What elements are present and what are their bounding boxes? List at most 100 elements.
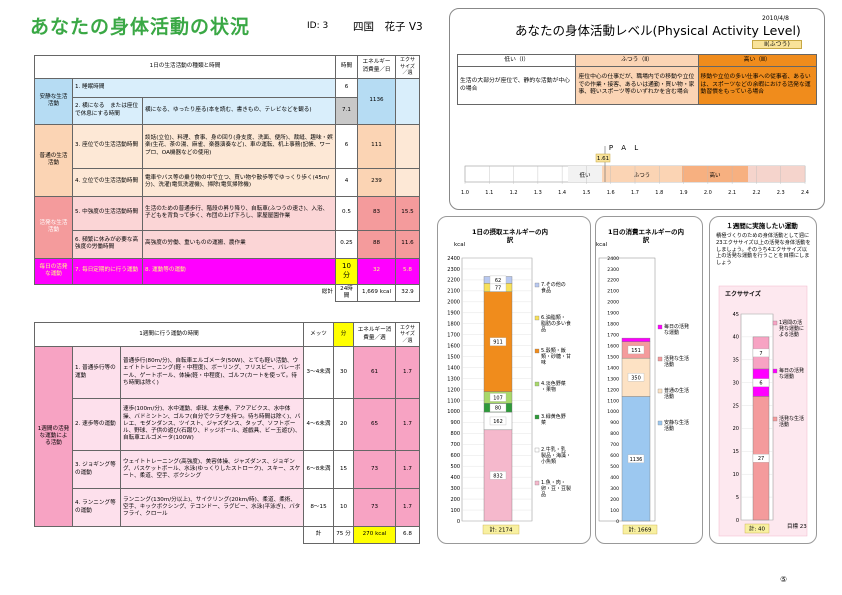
y-tick-label: 400 — [610, 475, 619, 481]
y-tick-label: 20 — [733, 426, 739, 432]
y-tick-label: 800 — [610, 431, 619, 437]
y-tick-label: 1000 — [607, 409, 619, 415]
y-tick-label: 100 — [610, 508, 619, 514]
y-tick-label: 2300 — [447, 267, 460, 273]
t2-row-mets: 4～6未満 — [303, 398, 334, 451]
legend-label: 卵・豆・豆製 — [541, 485, 571, 492]
y-tick-label: 2000 — [447, 300, 460, 306]
legend-label: 脂肪の多い食 — [541, 320, 571, 327]
y-tick-label: 25 — [733, 403, 739, 409]
legend-label: 類・砂糖・甘 — [541, 353, 571, 360]
y-tick-label: 5 — [736, 495, 739, 501]
t2-row-ex: 1.7 — [395, 488, 420, 527]
t1-row-energy: 83 — [357, 195, 396, 231]
t1-total-ex: 32.9 — [395, 283, 420, 303]
t2-row-desc: ウェイトトレーニング(高強度)、美容体操、ジャズダンス、ジョギング、バスケットボ… — [120, 450, 304, 489]
y-tick-label: 900 — [610, 420, 619, 426]
pal-band-high: 高い — [709, 171, 721, 179]
t1-head-energy: エネルギー消費量／日 — [357, 55, 396, 79]
total-label: 計: 1669 — [628, 526, 652, 534]
y-tick-label: 1300 — [607, 376, 619, 382]
pal-tick-label: 2.3 — [777, 190, 785, 196]
t1-row-label: 4. 立位での生活活動時間 — [72, 167, 143, 197]
legend-label: 食品 — [541, 287, 551, 294]
y-tick-label: 1900 — [607, 311, 619, 317]
t2-row-ex: 1.7 — [395, 450, 420, 489]
y-tick-label: 2400 — [447, 256, 460, 262]
legend-label: 毎日の活発 — [664, 323, 689, 330]
t1-total-label: 総計 — [34, 283, 336, 302]
y-tick-label: 1400 — [447, 365, 460, 371]
y-tick-label: 2200 — [447, 278, 460, 284]
pal-tick-label: 2.2 — [752, 190, 760, 196]
t1-row-time: 10 分 — [335, 257, 358, 285]
legend-label: 1.魚・肉・ — [541, 479, 566, 486]
pal-tick-label: 1.2 — [510, 190, 518, 196]
t2-cat: 1週間の活発な運動による活動 — [34, 346, 73, 527]
exercise-title: エクササイズ — [725, 290, 761, 298]
y-tick-label: 200 — [610, 497, 619, 503]
y-tick-label: 900 — [450, 420, 460, 426]
t2-row-label: 3. ジョギング等の運動 — [72, 450, 121, 489]
pal-head-low: 低い（Ⅰ） — [456, 54, 577, 67]
t1-total-energy: 1,669 kcal — [357, 283, 396, 303]
y-tick-label: 2300 — [607, 267, 619, 273]
t2-row-min: 30 — [333, 346, 354, 399]
y-tick-label: 1600 — [607, 343, 619, 349]
data-label: 62 — [495, 278, 501, 284]
y-tick-label: 40 — [733, 335, 739, 341]
pal-tick-label: 1.1 — [485, 190, 493, 196]
y-tick-label: 2400 — [607, 256, 619, 262]
y-tick-label: 500 — [610, 464, 619, 470]
user-name: 四国 花子 V3 — [353, 21, 423, 33]
legend-swatch — [534, 480, 540, 486]
y-tick-label: 1400 — [607, 365, 619, 371]
legend-swatch — [534, 447, 540, 453]
pal-band-low: 低い — [579, 171, 591, 179]
pal-head-high: 高い（Ⅲ） — [697, 54, 818, 67]
t1-cat-daily-ex: 毎日の活発な運動 — [34, 257, 73, 285]
y-tick-label: 1500 — [607, 354, 619, 360]
t2-head-mets: メッツ — [303, 322, 334, 347]
pal-scale: 1.61 P A L 低い ふつう 高い 1.0 1.1 1.2 1.3 1.4 1.5 1… — [461, 144, 809, 196]
pal-desc-mid: 座位中心の仕事だが、職場内での移動や立位での作業・接客、あるいは通勤・買い物・家… — [575, 66, 699, 105]
data-label: 27 — [758, 456, 764, 462]
t2-row-min: 10 — [333, 488, 354, 527]
y-tick-label: 35 — [733, 358, 739, 364]
y-tick-label: 1200 — [447, 387, 460, 393]
t2-row-ex: 1.7 — [395, 398, 420, 451]
pal-desc-low: 生活の大部分が座位で、静的な活動が中心の場合 — [456, 66, 577, 105]
pal-tick-label: 1.3 — [534, 190, 542, 196]
legend-label: な運動 — [779, 373, 794, 380]
legend-label: 安静な生活 — [664, 419, 689, 426]
t2-total-min: 75 分 — [333, 526, 354, 544]
data-label: 911 — [493, 340, 503, 346]
total-label: 計: 40 — [749, 525, 766, 533]
y-tick-label: 15 — [733, 449, 739, 455]
t1-row-time: 7.1 — [335, 96, 358, 125]
exercise-goal: 目標 23 — [787, 522, 807, 530]
bar-segment — [621, 337, 651, 342]
data-label: 162 — [493, 419, 503, 425]
t2-row-min: 20 — [333, 398, 354, 451]
y-tick-label: 0 — [736, 518, 739, 524]
legend-label: 菜 — [541, 419, 546, 426]
legend-label: 毎日の活発 — [779, 367, 804, 374]
legend-label: 製品・海藻・ — [541, 452, 571, 459]
legend-swatch — [534, 348, 540, 354]
data-label: 107 — [493, 395, 503, 401]
t2-row-mets: 8～15 — [303, 488, 334, 527]
data-label: 350 — [631, 375, 641, 381]
t1-row-ex — [395, 123, 420, 169]
t1-row-desc: 電車やバス等の乗り物の中で立つ、買い物や散歩等でゆっくり歩く(45m/分)、洗濯… — [142, 167, 336, 197]
y-tick-label: 1600 — [447, 343, 460, 349]
y-tick-label: 600 — [610, 453, 619, 459]
y-tick-label: 1800 — [607, 322, 619, 328]
t1-row-label: 1. 睡眠時間 — [72, 77, 336, 98]
data-label: 151 — [631, 348, 641, 354]
pal-tick-label: 1.0 — [461, 190, 469, 196]
t2-row-mets: 3～4未満 — [303, 346, 334, 399]
pal-tick-label: 1.5 — [582, 190, 590, 196]
t2-row-label: 2. 速歩等の運動 — [72, 398, 121, 451]
total-label: 計: 2174 — [489, 526, 513, 534]
